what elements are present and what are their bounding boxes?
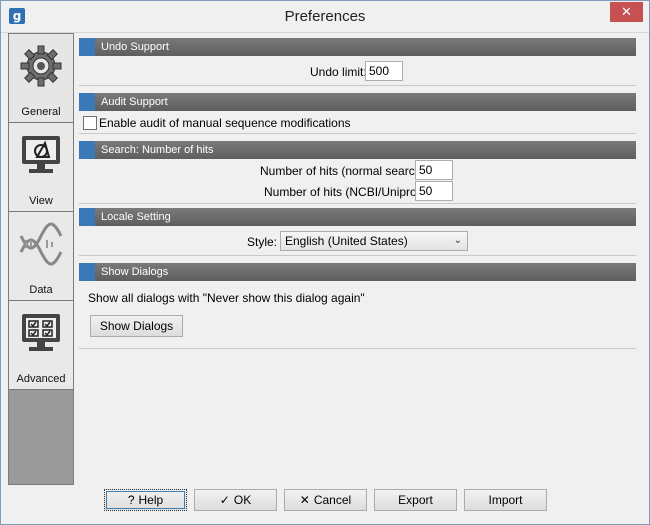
help-button[interactable]: ? Help <box>104 489 187 511</box>
preferences-content: Undo Support Undo limit: 500 Audit Suppo… <box>76 33 643 485</box>
section-header-audit: Audit Support <box>79 93 636 111</box>
section-header-undo: Undo Support <box>79 38 636 56</box>
section-marker <box>79 208 95 226</box>
undo-limit-input[interactable]: 500 <box>365 61 403 81</box>
section-title: Undo Support <box>101 41 169 53</box>
style-label: Style: <box>247 235 278 249</box>
import-button[interactable]: Import <box>464 489 547 511</box>
sidebar-item-label: Data <box>29 284 53 296</box>
help-label: Help <box>138 493 164 507</box>
section-header-locale: Locale Setting <box>79 208 636 226</box>
audit-checkbox[interactable] <box>83 116 97 130</box>
locale-style-select[interactable]: English (United States) ⌄ <box>280 231 468 251</box>
help-icon: ? <box>127 493 135 507</box>
section-header-search: Search: Number of hits <box>79 141 636 159</box>
sidebar-item-advanced[interactable]: Advanced <box>9 301 73 390</box>
window-title: Preferences <box>284 8 366 25</box>
sidebar-item-label: View <box>29 195 53 207</box>
checkmark-icon: ✓ <box>219 493 230 507</box>
divider <box>79 348 636 349</box>
hits-ncbi-label: Number of hits (NCBI/Uniprot): <box>264 185 428 199</box>
sidebar-item-data[interactable]: Data <box>9 212 73 301</box>
section-marker <box>79 141 95 159</box>
hits-normal-input[interactable]: 50 <box>415 160 453 180</box>
section-title: Search: Number of hits <box>101 144 214 156</box>
dna-icon <box>19 222 63 266</box>
ok-button[interactable]: ✓ OK <box>194 489 277 511</box>
ok-label: OK <box>233 493 252 507</box>
advanced-settings-icon <box>22 314 60 351</box>
undo-limit-label: Undo limit: <box>310 65 367 79</box>
hits-ncbi-input[interactable]: 50 <box>415 181 453 201</box>
chevron-down-icon: ⌄ <box>453 235 462 246</box>
close-button[interactable]: ✕ <box>610 2 643 22</box>
title-bar: g Preferences ✕ <box>1 1 649 33</box>
divider <box>79 255 636 256</box>
locale-style-value: English (United States) <box>285 234 408 248</box>
sidebar-item-label: General <box>21 106 61 118</box>
sidebar: General View Data Advanced <box>8 33 74 485</box>
section-title: Audit Support <box>101 96 168 108</box>
export-button[interactable]: Export <box>374 489 457 511</box>
preferences-window: g Preferences ✕ General View Data Advanc… <box>0 0 650 525</box>
cancel-button[interactable]: ✕ Cancel <box>284 489 367 511</box>
cancel-x-icon: ✕ <box>299 493 310 507</box>
sidebar-item-label: Advanced <box>16 373 66 385</box>
cancel-label: Cancel <box>313 493 352 507</box>
section-marker <box>79 263 95 281</box>
divider <box>79 85 636 86</box>
monitor-icon <box>22 136 60 173</box>
section-marker <box>79 38 95 56</box>
section-header-dialogs: Show Dialogs <box>79 263 636 281</box>
sidebar-item-view[interactable]: View <box>9 123 73 212</box>
divider <box>79 133 636 134</box>
gear-icon <box>20 45 62 87</box>
divider <box>79 203 636 204</box>
show-dialogs-button[interactable]: Show Dialogs <box>90 315 183 337</box>
section-title: Show Dialogs <box>101 266 169 278</box>
show-dialogs-description: Show all dialogs with "Never show this d… <box>88 291 365 305</box>
audit-checkbox-label: Enable audit of manual sequence modifica… <box>99 116 351 130</box>
section-title: Locale Setting <box>101 211 171 223</box>
section-marker <box>79 93 95 111</box>
hits-normal-label: Number of hits (normal search): <box>260 164 429 178</box>
sidebar-item-general[interactable]: General <box>9 34 73 123</box>
